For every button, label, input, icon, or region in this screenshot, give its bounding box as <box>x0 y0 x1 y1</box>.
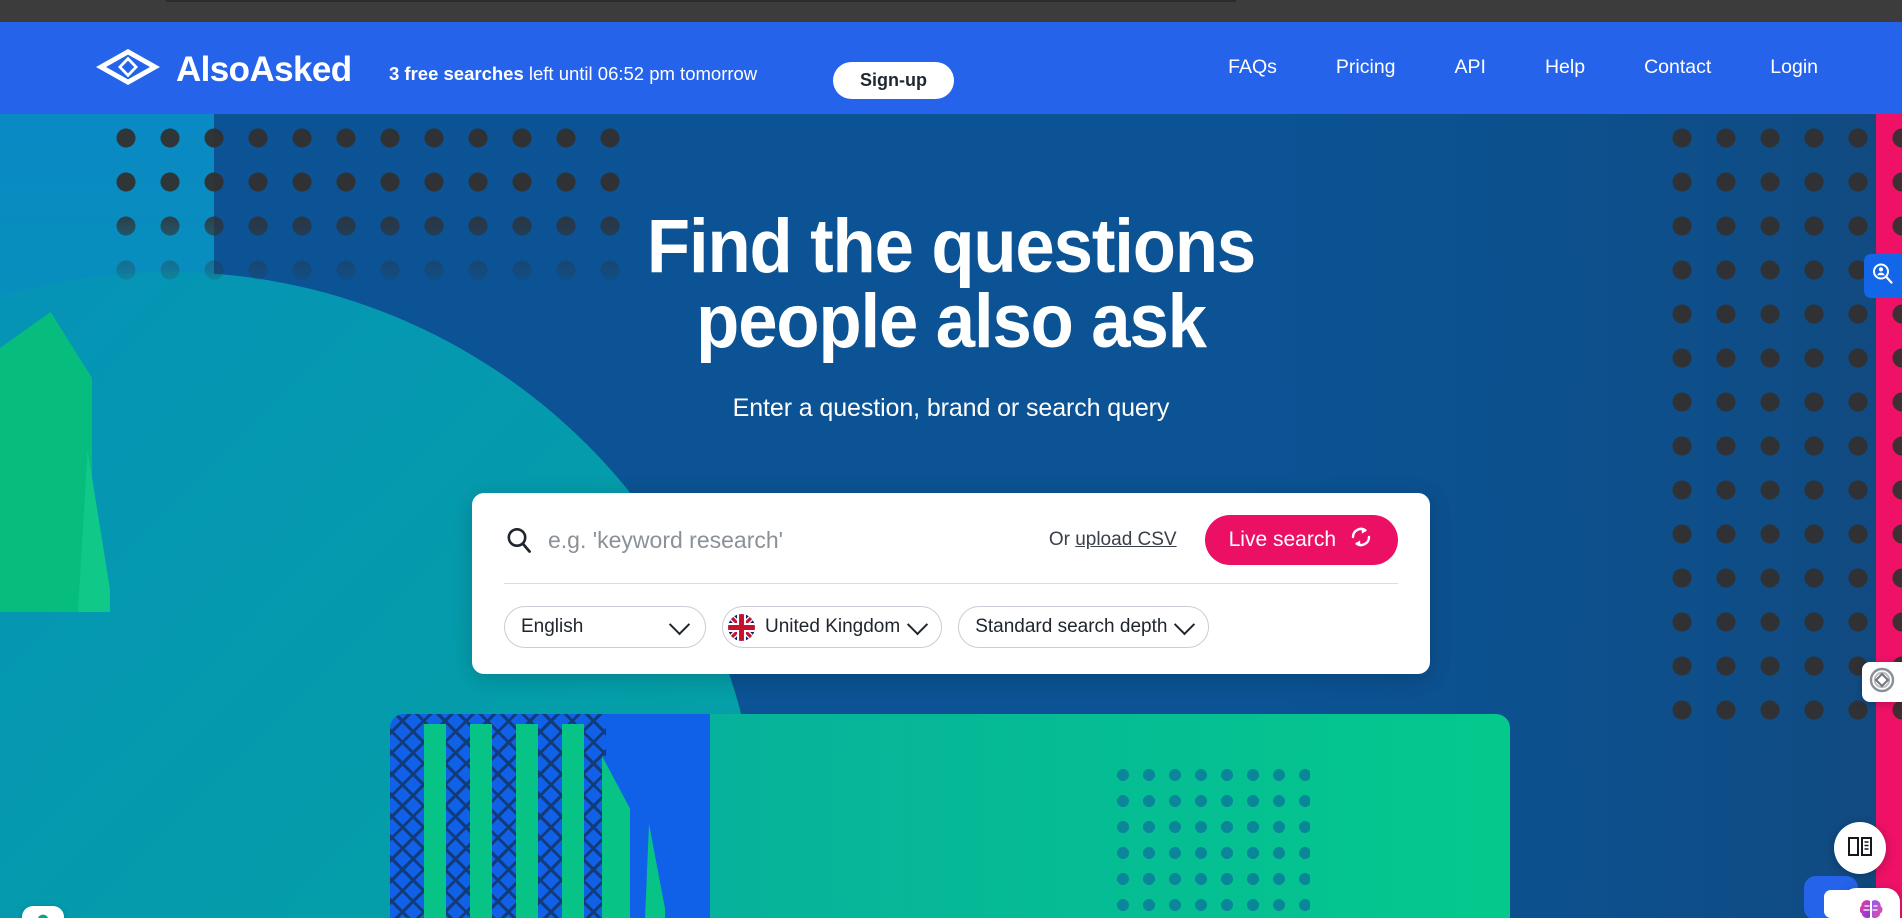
chevron-down-icon <box>668 613 691 635</box>
country-select[interactable]: United Kingdom <box>722 606 943 648</box>
illustration-bar <box>562 724 584 918</box>
search-filters-row: English United Kingdom Standard search d… <box>504 584 1398 648</box>
chevron-down-icon <box>907 613 929 635</box>
privacy-widget-button[interactable] <box>22 906 64 918</box>
nav-link-api[interactable]: API <box>1455 58 1486 78</box>
top-navigation-bar: AlsoAsked 3 free searches left until 06:… <box>0 22 1902 114</box>
refresh-icon <box>1348 524 1374 556</box>
hero-content: Find the questions people also ask Enter… <box>0 114 1902 423</box>
people-search-widget-button[interactable] <box>1864 254 1902 298</box>
signup-button[interactable]: Sign-up <box>833 62 954 99</box>
live-search-button[interactable]: Live search <box>1204 515 1398 565</box>
search-row: Or upload CSV Live search <box>504 515 1398 584</box>
alsoasked-diamond-logo-icon <box>94 47 162 92</box>
country-select-value: United Kingdom <box>765 616 901 637</box>
search-input[interactable] <box>548 522 1049 558</box>
people-search-icon <box>1871 262 1895 291</box>
keyhole-privacy-icon <box>32 912 54 918</box>
browser-chrome-bar <box>0 0 1902 22</box>
free-searches-notice: 3 free searches left until 06:52 pm tomo… <box>389 63 758 84</box>
nav-link-pricing[interactable]: Pricing <box>1336 58 1396 78</box>
illustration-bar <box>424 724 446 918</box>
free-searches-rest: left until 06:52 pm tomorrow <box>528 63 758 84</box>
open-book-icon <box>1846 832 1874 865</box>
illustration-bar <box>470 724 492 918</box>
hero-subtitle: Enter a question, brand or search query <box>732 394 1170 423</box>
free-searches-count: 3 free searches <box>389 63 524 84</box>
nav-link-help[interactable]: Help <box>1545 58 1585 78</box>
brand-logo-link[interactable]: AlsoAsked <box>94 47 352 92</box>
brand-name: AlsoAsked <box>176 50 352 89</box>
nav-link-login[interactable]: Login <box>1770 58 1818 78</box>
headline-line-1: Find the questions <box>646 204 1256 289</box>
nav-link-faqs[interactable]: FAQs <box>1228 58 1277 78</box>
headline-line-2: people also ask <box>696 279 1207 365</box>
live-search-label: Live search <box>1228 528 1336 551</box>
illustration-dot-pattern <box>1110 762 1310 918</box>
upload-csv-link[interactable]: upload CSV <box>1075 529 1176 550</box>
language-select[interactable]: English <box>504 606 706 648</box>
page-title: Find the questions people also ask <box>67 114 1836 359</box>
upload-csv-prefix: Or <box>1048 529 1070 550</box>
documentation-widget-button[interactable] <box>1834 822 1886 874</box>
united-kingdom-flag-icon <box>728 613 755 641</box>
hero-illustration-panel <box>390 714 1510 918</box>
magnifier-icon <box>504 525 548 555</box>
search-depth-value: Standard search depth <box>975 616 1168 637</box>
ring-target-widget-button[interactable] <box>1862 662 1902 702</box>
browser-chrome-inner-strip <box>166 0 1236 2</box>
chat-widget-panel <box>1824 890 1860 918</box>
language-select-value: English <box>521 616 584 637</box>
ring-target-icon <box>1869 667 1895 698</box>
nav-link-contact[interactable]: Contact <box>1644 58 1711 78</box>
nav-links: FAQs Pricing API Help Contact Login <box>1228 22 1818 114</box>
search-depth-select[interactable]: Standard search depth <box>958 606 1210 648</box>
page-viewport: AlsoAsked 3 free searches left until 06:… <box>0 22 1902 918</box>
illustration-bar <box>516 724 538 918</box>
upload-csv-note: Or upload CSV <box>1049 529 1177 551</box>
chevron-down-icon <box>1174 613 1196 635</box>
search-card: Or upload CSV Live search English <box>472 493 1430 674</box>
